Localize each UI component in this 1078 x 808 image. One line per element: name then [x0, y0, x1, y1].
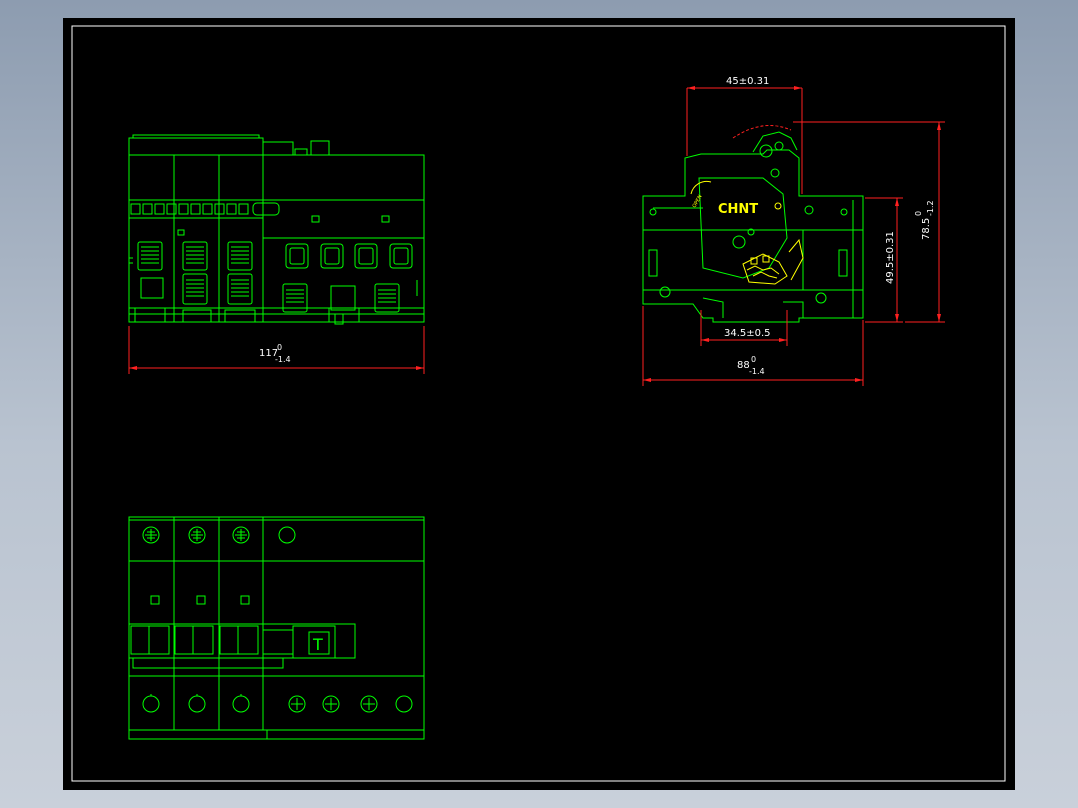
test-button-label: T	[312, 635, 323, 654]
side-view: OPEN CHNT	[642, 125, 864, 323]
side-total-height-dimension: 78.5 0 -1.2	[793, 121, 945, 323]
cad-drawing: 117 0 -1.4 T OPEN CHNT 45±0.31 34.5±0.5 …	[71, 25, 1006, 782]
front-width-upper: 0	[277, 343, 282, 352]
brand-logo: CHNT	[718, 202, 758, 217]
side-base-width-value: 34.5±0.5	[724, 328, 771, 339]
test-button: T	[308, 631, 330, 655]
side-total-height-lower: -1.2	[926, 200, 935, 216]
side-inner-height-value: 49.5±0.31	[885, 231, 896, 284]
side-total-width-value: 88	[737, 360, 750, 371]
side-inner-height-dimension: 49.5±0.31	[865, 197, 903, 323]
front-width-lower: -1.4	[275, 355, 291, 364]
side-total-height-upper: 0	[914, 211, 923, 216]
open-mark: OPEN	[692, 194, 704, 209]
ribbed-grips	[137, 241, 400, 313]
side-total-width-upper: 0	[751, 355, 756, 364]
side-total-height-value: 78.5	[921, 218, 932, 240]
side-top-width-value: 45±0.31	[726, 76, 769, 87]
front-view	[128, 134, 425, 325]
front-width-dimension: 117 0 -1.4	[128, 326, 425, 374]
side-base-width-dimension: 34.5±0.5	[700, 310, 788, 346]
top-view: T	[128, 516, 425, 740]
cad-viewport[interactable]: 117 0 -1.4 T OPEN CHNT 45±0.31 34.5±0.5 …	[63, 18, 1015, 790]
side-total-width-lower: -1.4	[749, 367, 765, 376]
